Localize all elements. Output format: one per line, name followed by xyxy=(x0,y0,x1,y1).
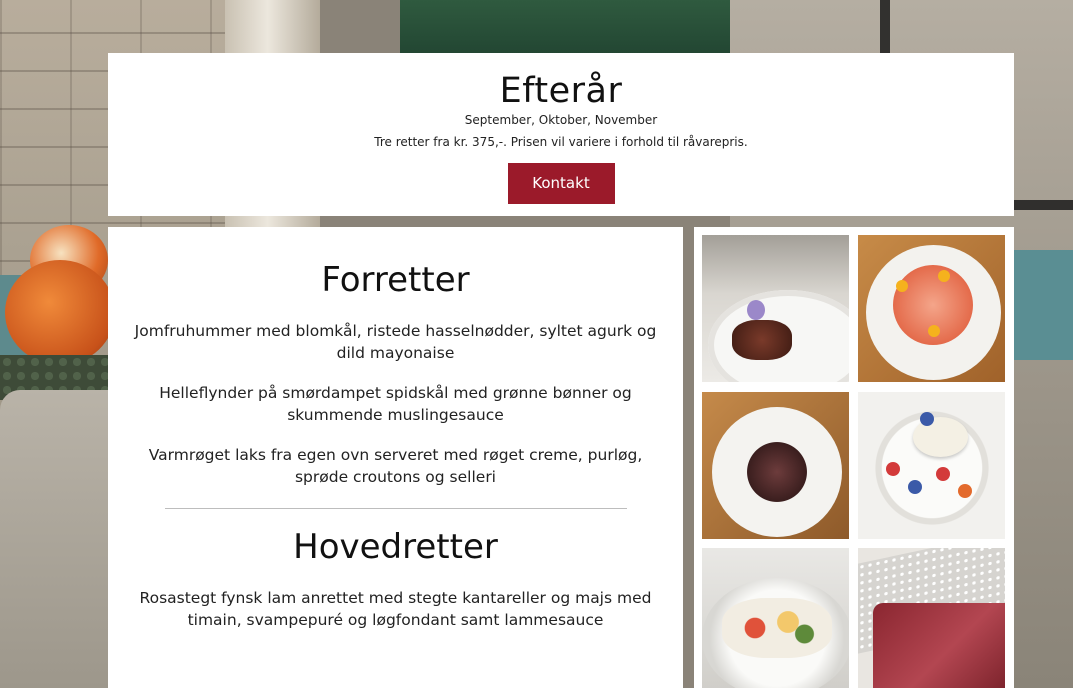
edible-flower xyxy=(928,325,940,337)
food xyxy=(732,320,792,360)
mains-heading: Hovedretter xyxy=(293,527,498,567)
price-text: Tre retter fra kr. 375,-. Prisen vil var… xyxy=(374,135,748,149)
berry-dessert-photo[interactable] xyxy=(858,392,1005,539)
food xyxy=(742,437,812,507)
menu-item: Varmrøget laks fra egen ovn serveret med… xyxy=(148,446,643,486)
menu-item: Jomfruhummer med blomkål, ristede hassel… xyxy=(134,322,657,362)
edible-flower xyxy=(896,280,908,292)
page-title: Efterår xyxy=(499,71,623,111)
dessert-photo[interactable] xyxy=(702,392,849,539)
stone-planter xyxy=(0,390,115,688)
photo-gallery xyxy=(694,227,1014,688)
contact-button[interactable]: Kontakt xyxy=(507,163,615,204)
menu-card: Forretter Jomfruhummer med blomkål, rist… xyxy=(108,227,683,688)
blueberry xyxy=(908,480,922,494)
blueberry xyxy=(920,412,934,426)
salad-bowl-photo[interactable] xyxy=(702,548,849,688)
menu-item: Helleflynder på smørdampet spidskål med … xyxy=(159,384,632,424)
edible-flower xyxy=(938,270,950,282)
salmon-photo[interactable] xyxy=(858,235,1005,382)
strawberry xyxy=(886,462,900,476)
food xyxy=(722,598,832,658)
edible-flower xyxy=(747,300,765,320)
pumpkin-large xyxy=(5,260,115,365)
dessert-photo[interactable] xyxy=(702,235,849,382)
green-door xyxy=(400,0,730,60)
fruit xyxy=(958,484,972,498)
section-divider xyxy=(164,508,627,509)
season-months: September, Oktober, November xyxy=(464,113,658,127)
beef-photo[interactable] xyxy=(858,548,1005,688)
strawberry xyxy=(936,467,950,481)
sliced-beef xyxy=(873,603,1005,688)
season-header-card: Efterår September, Oktober, November Tre… xyxy=(108,53,1014,216)
teal-shutter xyxy=(1010,250,1073,360)
menu-item: Rosastegt fynsk lam anrettet med stegte … xyxy=(139,589,652,629)
starters-heading: Forretter xyxy=(321,260,470,300)
